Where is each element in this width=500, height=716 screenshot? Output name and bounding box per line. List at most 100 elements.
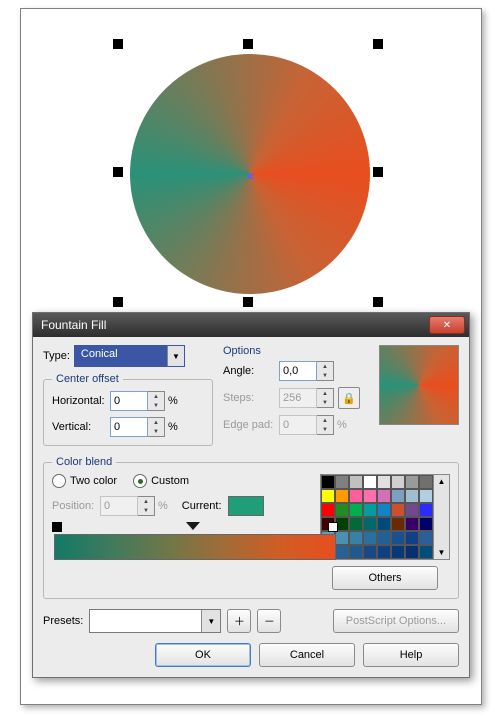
- palette-swatch[interactable]: [405, 475, 419, 489]
- palette-swatch[interactable]: [335, 489, 349, 503]
- palette-swatch[interactable]: [349, 545, 363, 559]
- palette-swatch[interactable]: [405, 531, 419, 545]
- palette-swatch[interactable]: [363, 475, 377, 489]
- vertical-spinner[interactable]: ▲▼: [110, 417, 165, 437]
- palette-swatch[interactable]: [405, 545, 419, 559]
- palette-swatch[interactable]: [391, 531, 405, 545]
- palette-swatch[interactable]: [363, 503, 377, 517]
- two-color-label: Two color: [70, 475, 117, 487]
- cancel-button[interactable]: Cancel: [259, 643, 355, 667]
- palette-swatch[interactable]: [363, 545, 377, 559]
- position-input: [100, 496, 138, 516]
- palette-swatch[interactable]: [349, 517, 363, 531]
- help-button[interactable]: Help: [363, 643, 459, 667]
- selection-handle[interactable]: [243, 297, 253, 307]
- preset-add-button[interactable]: ＋: [227, 609, 251, 633]
- type-combobox[interactable]: Conical ▼: [74, 345, 185, 367]
- ok-button[interactable]: OK: [155, 643, 251, 667]
- palette-scrollbar[interactable]: ▲ ▼: [434, 474, 450, 560]
- chevron-down-icon: ▼: [201, 610, 220, 632]
- chevron-down-icon[interactable]: ▼: [148, 401, 164, 410]
- palette-swatch[interactable]: [377, 531, 391, 545]
- titlebar[interactable]: Fountain Fill ✕: [33, 313, 469, 337]
- palette-swatch[interactable]: [363, 489, 377, 503]
- palette-swatch[interactable]: [349, 531, 363, 545]
- current-color-swatch[interactable]: [228, 496, 264, 516]
- palette-swatch[interactable]: [419, 545, 433, 559]
- palette-swatch[interactable]: [349, 503, 363, 517]
- selection-handle[interactable]: [113, 39, 123, 49]
- ok-label: OK: [195, 649, 211, 661]
- palette-swatch[interactable]: [419, 489, 433, 503]
- angle-spinner[interactable]: ▲▼: [279, 361, 334, 381]
- gradient-start-marker[interactable]: [52, 522, 62, 532]
- palette-swatch[interactable]: [405, 503, 419, 517]
- preset-remove-button[interactable]: －: [257, 609, 281, 633]
- palette-swatch[interactable]: [405, 489, 419, 503]
- palette-swatch[interactable]: [335, 503, 349, 517]
- palette-swatch[interactable]: [377, 545, 391, 559]
- selection-handle[interactable]: [113, 297, 123, 307]
- close-button[interactable]: ✕: [429, 316, 465, 334]
- horizontal-spinner[interactable]: ▲▼: [110, 391, 165, 411]
- chevron-down-icon[interactable]: ▼: [317, 371, 333, 380]
- color-blend-title: Color blend: [52, 456, 116, 468]
- palette-swatch[interactable]: [391, 517, 405, 531]
- plus-icon: ＋: [234, 613, 245, 629]
- gradient-end-marker[interactable]: [328, 522, 338, 532]
- palette-swatch[interactable]: [363, 531, 377, 545]
- chevron-up-icon[interactable]: ▲: [438, 477, 446, 486]
- chevron-down-icon: ▼: [138, 506, 154, 515]
- palette-swatch[interactable]: [419, 475, 433, 489]
- gradient-strip[interactable]: [54, 534, 336, 560]
- palette-swatch[interactable]: [377, 503, 391, 517]
- palette-swatch[interactable]: [377, 489, 391, 503]
- palette-swatch[interactable]: [321, 489, 335, 503]
- palette-swatch[interactable]: [391, 475, 405, 489]
- help-label: Help: [400, 649, 423, 661]
- palette-swatch[interactable]: [419, 503, 433, 517]
- palette-swatch[interactable]: [335, 475, 349, 489]
- selection-handle[interactable]: [113, 167, 123, 177]
- center-offset-group: Center offset Horizontal: ▲▼ % Vertical:: [43, 373, 213, 446]
- palette-swatch[interactable]: [377, 475, 391, 489]
- palette-swatch[interactable]: [321, 475, 335, 489]
- palette-swatch[interactable]: [391, 545, 405, 559]
- vertical-input[interactable]: [110, 417, 148, 437]
- palette-swatch[interactable]: [419, 517, 433, 531]
- palette-swatch[interactable]: [405, 517, 419, 531]
- presets-label: Presets:: [43, 615, 83, 627]
- presets-combobox[interactable]: ▼: [89, 609, 221, 633]
- edgepad-input: [279, 415, 317, 435]
- palette-swatch[interactable]: [363, 517, 377, 531]
- gradient-mid-marker-outline: [186, 522, 200, 530]
- selection-handle[interactable]: [373, 297, 383, 307]
- palette-swatch[interactable]: [349, 489, 363, 503]
- palette-swatch[interactable]: [321, 503, 335, 517]
- selection-handle[interactable]: [243, 39, 253, 49]
- palette-swatch[interactable]: [349, 475, 363, 489]
- others-button[interactable]: Others: [332, 566, 438, 590]
- palette-swatch[interactable]: [391, 489, 405, 503]
- palette-swatch[interactable]: [391, 503, 405, 517]
- palette-swatch[interactable]: [335, 531, 349, 545]
- selection-handle[interactable]: [373, 39, 383, 49]
- angle-input[interactable]: [279, 361, 317, 381]
- palette-swatch[interactable]: [377, 517, 391, 531]
- chevron-up-icon[interactable]: ▲: [317, 362, 333, 371]
- selection-handle[interactable]: [373, 167, 383, 177]
- lock-button[interactable]: 🔒: [338, 387, 360, 409]
- percent-label: %: [158, 500, 168, 512]
- custom-label: Custom: [151, 475, 189, 487]
- chevron-down-icon[interactable]: ▼: [148, 427, 164, 436]
- palette-swatch[interactable]: [419, 531, 433, 545]
- chevron-down-icon[interactable]: ▼: [438, 548, 446, 557]
- custom-radio[interactable]: Custom: [133, 474, 189, 488]
- palette-swatch[interactable]: [335, 545, 349, 559]
- horizontal-input[interactable]: [110, 391, 148, 411]
- color-palette[interactable]: [320, 474, 434, 560]
- two-color-radio[interactable]: Two color: [52, 474, 117, 488]
- chevron-up-icon[interactable]: ▲: [148, 418, 164, 427]
- chevron-up-icon[interactable]: ▲: [148, 392, 164, 401]
- postscript-options-button: PostScript Options...: [333, 609, 459, 633]
